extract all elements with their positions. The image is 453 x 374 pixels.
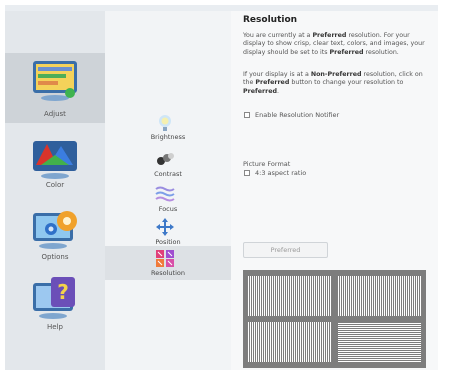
help-icon: ? <box>33 277 75 319</box>
brightness-icon <box>159 115 171 131</box>
resolution-test-pattern <box>243 270 426 368</box>
options-icon <box>33 211 77 249</box>
submenu-column: Brightness Contrast Focus Position Resol… <box>105 11 231 370</box>
contrast-icon <box>157 153 174 165</box>
submenu-item-contrast[interactable]: Contrast <box>105 147 231 181</box>
submenu-item-position[interactable]: Position <box>105 215 231 249</box>
submenu-item-brightness[interactable]: Brightness <box>105 110 231 144</box>
preferred-button[interactable]: Preferred <box>243 242 328 258</box>
checkbox-label: 4:3 aspect ratio <box>255 169 307 177</box>
resolution-instructions: If your display is at a Non-Preferred re… <box>243 71 431 96</box>
submenu-item-focus[interactable]: Focus <box>105 182 231 216</box>
checkbox-box[interactable] <box>244 170 250 176</box>
submenu-item-label: Position <box>155 238 181 246</box>
bold-text: Preferred <box>329 48 364 56</box>
vertical-line-pattern <box>338 276 421 316</box>
horizontal-line-pattern <box>338 322 421 362</box>
submenu-item-label: Brightness <box>150 133 186 141</box>
text: resolution. <box>363 48 399 56</box>
color-icon <box>33 141 77 179</box>
text: . <box>277 87 280 95</box>
bold-text: Preferred <box>255 79 290 87</box>
sidebar-item-options[interactable]: Options <box>5 201 105 271</box>
position-icon <box>156 218 174 236</box>
bold-text: Non-Preferred <box>310 71 362 78</box>
sidebar-item-color[interactable]: Color <box>5 131 105 201</box>
sidebar-item-help[interactable]: ? Help <box>5 271 105 341</box>
sidebar-item-label: Options <box>41 253 69 261</box>
submenu-item-label: Contrast <box>154 170 182 178</box>
sidebar-item-label: Adjust <box>44 110 66 118</box>
enable-notifier-checkbox[interactable]: Enable Resolution Notifier <box>244 111 339 119</box>
sidebar-item-adjust[interactable]: Adjust <box>5 53 105 123</box>
bold-text: Preferred <box>312 32 347 39</box>
vertical-line-pattern <box>248 322 332 362</box>
page-title: Resolution <box>243 15 298 25</box>
resolution-icon <box>156 250 174 267</box>
content-pane: Resolution You are currently at a Prefer… <box>231 11 438 370</box>
category-sidebar: Adjust Color Options ? Help <box>5 11 105 370</box>
vertical-line-pattern <box>248 276 332 316</box>
focus-icon <box>155 186 175 202</box>
submenu-item-resolution[interactable]: Resolution <box>105 246 231 280</box>
checkbox-label: Enable Resolution Notifier <box>255 111 340 119</box>
aspect-ratio-checkbox[interactable]: 4:3 aspect ratio <box>244 169 306 177</box>
bold-text: Preferred <box>243 87 277 95</box>
picture-format-label: Picture Format <box>243 160 291 168</box>
checkbox-box[interactable] <box>244 112 250 118</box>
text: If your display is at a <box>243 71 311 78</box>
submenu-item-label: Resolution <box>151 269 185 277</box>
text: You are currently at a <box>243 32 313 39</box>
sidebar-item-label: Color <box>45 181 65 189</box>
sidebar-item-label: Help <box>47 323 63 331</box>
adjust-icon <box>33 61 77 101</box>
resolution-description: You are currently at a Preferred resolut… <box>243 32 431 57</box>
svg-text:?: ? <box>57 280 69 304</box>
submenu-item-label: Focus <box>158 205 178 213</box>
text: button to change your resolution to <box>289 79 404 87</box>
